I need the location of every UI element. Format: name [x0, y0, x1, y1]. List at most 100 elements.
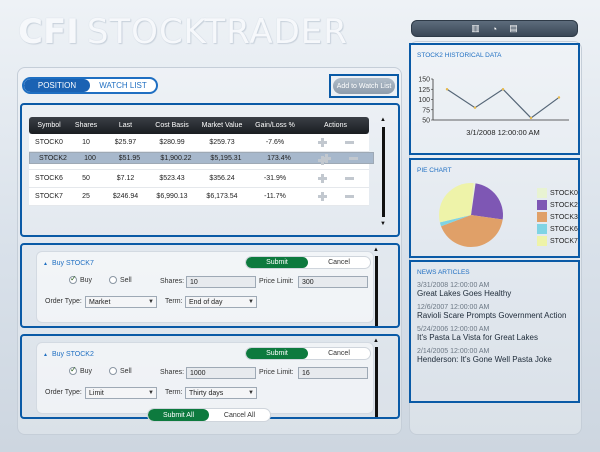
y-tick-label: 150	[418, 77, 430, 84]
bar-chart-icon[interactable]: ▥	[471, 23, 480, 34]
col-market-value[interactable]: Market Value	[196, 122, 248, 129]
legend-swatch	[537, 236, 547, 246]
table-row[interactable]: STOCK7 25 $246.94 $6,990.13 $6,173.54 -11.7%	[29, 188, 369, 206]
col-last[interactable]: Last	[103, 122, 148, 129]
add-to-watch-list-area: Add to Watch List	[329, 74, 399, 98]
side-toolbar: ▥ ◔ ▤	[411, 20, 578, 37]
news-item[interactable]: 3/31/2008 12:00:00 AM Great Lakes Goes He…	[417, 282, 566, 298]
sell-minus-icon[interactable]	[344, 141, 354, 144]
price-limit-input[interactable]: 300	[298, 276, 368, 288]
add-to-watch-list-button[interactable]: Add to Watch List	[333, 78, 395, 94]
sell-minus-icon[interactable]	[344, 195, 354, 198]
table-cell: $6,173.54	[206, 193, 238, 200]
order-type-value: Limit	[89, 389, 104, 397]
news-headline[interactable]: Henderson: It's Gone Well Pasta Joke	[417, 355, 566, 364]
term-value: End of day	[189, 298, 223, 306]
submit-button[interactable]: Submit	[246, 257, 308, 268]
submit-all-button[interactable]: Submit All	[148, 409, 209, 421]
news-headline[interactable]: It's Pasta La Vista for Great Lakes	[417, 333, 566, 342]
table-cell: 173.4%	[267, 154, 291, 162]
document-icon[interactable]: ▤	[509, 23, 518, 34]
submit-button[interactable]: Submit	[246, 348, 308, 359]
sell-minus-icon[interactable]	[348, 156, 358, 160]
order-panel: ▲Buy STOCK2 Submit Cancel Buy Sell Share…	[20, 334, 400, 419]
order-type-select[interactable]: Market ▼	[85, 296, 157, 308]
scroll-down-icon[interactable]: ▼	[380, 221, 386, 227]
news-item[interactable]: 2/14/2005 12:00:00 AM Henderson: It's Gon…	[417, 348, 566, 364]
collapse-triangle-icon[interactable]: ▲	[43, 352, 48, 358]
cancel-button[interactable]: Cancel	[308, 348, 370, 359]
term-select[interactable]: End of day ▼	[185, 296, 257, 308]
col-symbol[interactable]: Symbol	[29, 122, 69, 129]
scroll-thumb[interactable]	[382, 127, 385, 217]
table-row[interactable]: STOCK6 50 $7.12 $523.43 $356.24 -31.9%	[29, 170, 369, 188]
news-title: NEWS ARTICLES	[417, 269, 470, 276]
shares-input[interactable]: 1000	[186, 367, 256, 379]
buy-radio[interactable]: Buy	[69, 365, 92, 375]
news-headline[interactable]: Great Lakes Goes Healthy	[417, 289, 566, 298]
table-scrollbar[interactable]: ▲ ▼	[379, 117, 388, 229]
pie-legend: STOCK0 STOCK2 STOCK3 STOCK6 STOCK7	[537, 187, 578, 247]
order-actions: Submit Cancel	[245, 347, 371, 360]
legend-label: STOCK0	[550, 189, 578, 197]
series-line	[446, 88, 560, 119]
buy-plus-icon[interactable]	[317, 138, 327, 147]
price-limit-label: Price Limit:	[259, 278, 294, 285]
table-row[interactable]: STOCK0 10 $25.97 $280.99 $259.73 -7.6%	[29, 134, 369, 152]
buy-label: Buy	[80, 276, 93, 284]
col-shares[interactable]: Shares	[69, 122, 103, 129]
chevron-down-icon: ▼	[148, 299, 154, 305]
order-scrollbar[interactable]: ▲	[372, 247, 381, 327]
sell-radio[interactable]: Sell	[109, 367, 132, 375]
historical-line-chart: 150 125 100 75 50 3/1/2008 12:00:00 AM	[418, 77, 569, 137]
collapse-triangle-icon[interactable]: ▲	[43, 261, 48, 267]
order-type-select[interactable]: Limit ▼	[85, 387, 157, 399]
col-gain-loss[interactable]: Gain/Loss %	[248, 122, 302, 129]
sell-radio[interactable]: Sell	[109, 276, 132, 284]
order-title[interactable]: ▲ Buy STOCK2	[43, 351, 94, 358]
table-cell: STOCK7	[35, 193, 63, 200]
buy-plus-icon[interactable]	[317, 156, 327, 165]
table-cell: $7.12	[116, 175, 135, 182]
pie-chart	[439, 183, 503, 247]
price-limit-label: Price Limit:	[259, 369, 294, 376]
buy-plus-icon[interactable]	[317, 174, 327, 183]
scroll-up-icon[interactable]: ▲	[373, 247, 379, 253]
x-axis-label: 3/1/2008 12:00:00 AM	[466, 128, 539, 137]
data-point	[557, 96, 561, 99]
news-headline[interactable]: Ravioli Scare Prompts Government Action	[417, 311, 566, 320]
sell-minus-icon[interactable]	[344, 177, 354, 180]
bulk-actions: Submit All Cancel All	[147, 408, 271, 422]
table-cell: $280.99	[159, 139, 185, 146]
table-cell: 10	[82, 139, 90, 146]
price-limit-input[interactable]: 16	[298, 367, 368, 379]
table-cell: STOCK2	[39, 154, 67, 162]
y-tick-label: 75	[422, 107, 430, 114]
news-item[interactable]: 12/6/2007 12:00:00 AM Ravioli Scare Promp…	[417, 304, 566, 320]
cancel-button[interactable]: Cancel	[308, 257, 370, 268]
table-cell: 25	[82, 193, 90, 200]
buy-plus-icon[interactable]	[317, 192, 327, 201]
buy-radio[interactable]: Buy	[69, 274, 93, 284]
news-item[interactable]: 5/24/2006 12:00:00 AM It's Pasta La Vista…	[417, 326, 566, 342]
cancel-all-button[interactable]: Cancel All	[209, 409, 270, 421]
scroll-thumb[interactable]	[375, 256, 378, 326]
tab-position[interactable]: POSITION	[24, 79, 90, 92]
order-title[interactable]: ▲ Buy STOCK7	[43, 260, 94, 267]
table-cell: $356.24	[209, 175, 235, 182]
pie-chart-icon[interactable]: ◔	[492, 24, 497, 34]
col-cost-basis[interactable]: Cost Basis	[148, 122, 196, 129]
scroll-thumb[interactable]	[375, 347, 378, 417]
term-value: Thirty days	[189, 389, 224, 397]
sell-label: Sell	[120, 276, 132, 284]
order-scrollbar[interactable]: ▲	[372, 338, 381, 418]
table-cell: STOCK6	[35, 175, 63, 182]
term-select[interactable]: Thirty days ▼	[185, 387, 257, 399]
tab-watch-list[interactable]: WATCH LIST	[90, 79, 156, 92]
shares-input[interactable]: 10	[186, 276, 256, 288]
table-header: Symbol Shares Last Cost Basis Market Val…	[29, 117, 369, 134]
table-cell: $259.73	[209, 139, 235, 146]
scroll-up-icon[interactable]: ▲	[373, 338, 379, 344]
scroll-up-icon[interactable]: ▲	[380, 117, 386, 123]
order-type-value: Market	[89, 298, 111, 306]
